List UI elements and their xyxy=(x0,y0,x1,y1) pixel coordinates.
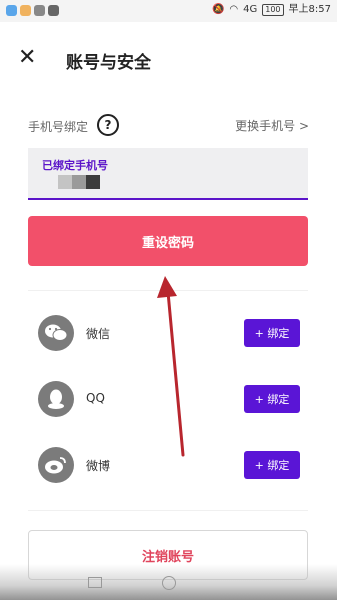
bind-wechat-button[interactable]: + 绑定 xyxy=(244,319,300,347)
status-bar: 🔕 ◠ 4G 100 早上8:57 xyxy=(0,0,337,22)
change-phone-link[interactable]: 更换手机号 > xyxy=(235,117,309,134)
wechat-notification-icon xyxy=(48,5,59,16)
binding-name: QQ xyxy=(86,391,105,405)
app-notification-icon xyxy=(20,5,31,16)
page-title: 账号与安全 xyxy=(66,53,151,73)
binding-row-wechat: 微信 + 绑定 xyxy=(38,315,300,351)
wifi-icon: ◠ xyxy=(229,4,239,15)
divider xyxy=(28,510,308,511)
phone-binding-label: 手机号绑定 xyxy=(28,120,89,134)
clock: 早上8:57 xyxy=(288,4,331,15)
status-icons: 🔕 ◠ 4G 100 早上8:57 xyxy=(212,4,331,16)
app-notification-icon xyxy=(6,5,17,16)
bound-phone-box: 已绑定手机号 xyxy=(28,148,308,200)
binding-name: 微信 xyxy=(86,327,111,341)
app-notification-icon xyxy=(34,5,45,16)
bind-qq-button[interactable]: + 绑定 xyxy=(244,385,300,413)
divider xyxy=(28,290,308,291)
close-icon[interactable]: ✕ xyxy=(18,46,36,70)
masked-phone-number xyxy=(58,175,100,189)
home-icon[interactable] xyxy=(162,576,176,590)
reset-password-button[interactable]: 重设密码 xyxy=(28,216,308,266)
weibo-icon xyxy=(38,447,74,483)
wechat-icon xyxy=(38,315,74,351)
notification-icons xyxy=(6,5,59,16)
recent-apps-icon[interactable] xyxy=(88,577,102,588)
mute-icon: 🔕 xyxy=(211,4,225,15)
bind-weibo-button[interactable]: + 绑定 xyxy=(244,451,300,479)
binding-row-qq: QQ + 绑定 xyxy=(38,381,300,417)
navigation-bar xyxy=(0,564,337,600)
header: ✕ 账号与安全 xyxy=(0,40,337,80)
question-circle-icon[interactable]: ? xyxy=(97,114,119,136)
binding-name: 微博 xyxy=(86,459,111,473)
qq-icon xyxy=(38,381,74,417)
network-type: 4G xyxy=(243,4,258,15)
battery-icon: 100 xyxy=(262,4,284,16)
binding-row-weibo: 微博 + 绑定 xyxy=(38,447,300,483)
bound-phone-label: 已绑定手机号 xyxy=(42,159,108,172)
